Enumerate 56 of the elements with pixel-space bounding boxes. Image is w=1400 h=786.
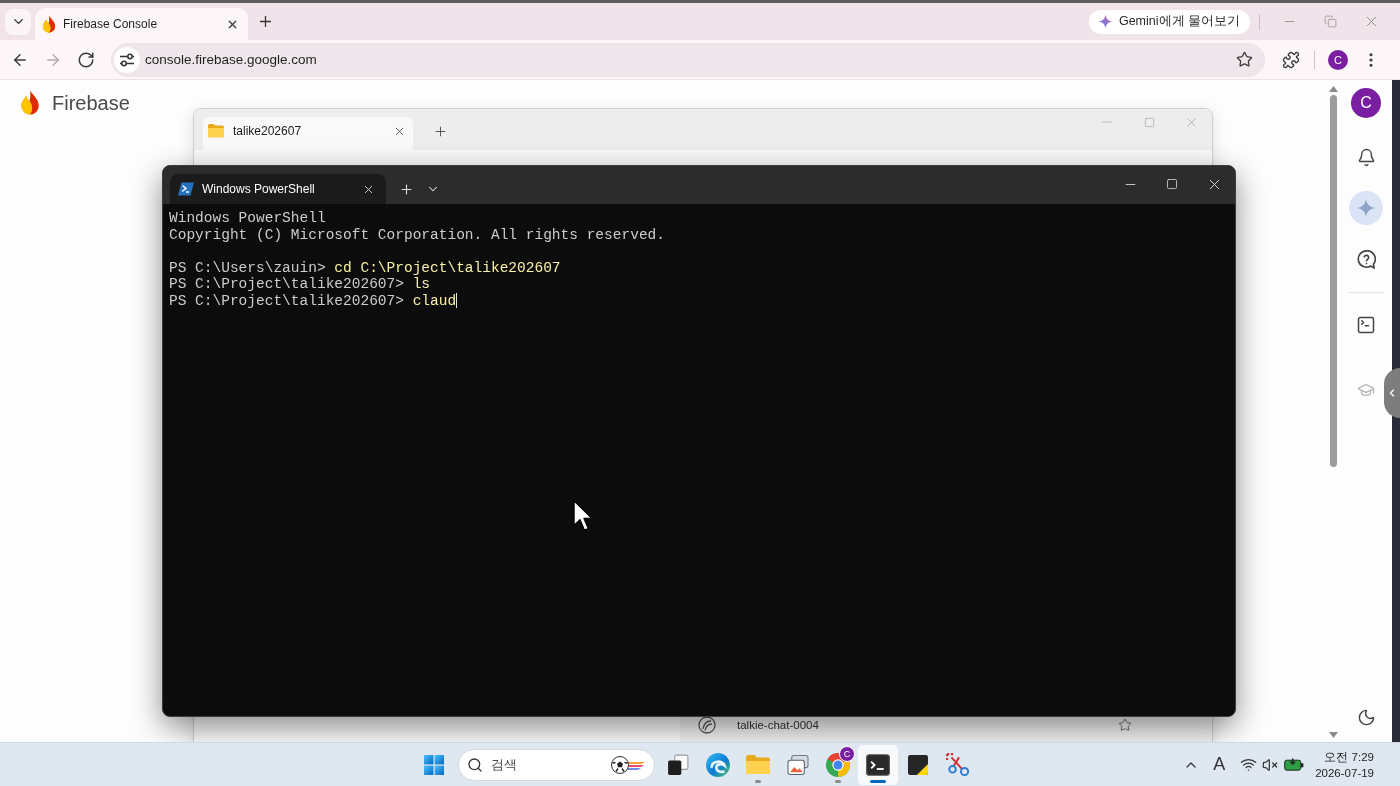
terminal-command: ls <box>412 276 431 293</box>
four-squares-logo-icon[interactable] <box>424 754 444 775</box>
gemini-button[interactable]: Gemini에게 물어보기 <box>1088 9 1250 34</box>
terminal-output: Windows PowerShell <box>169 210 326 226</box>
stacked-pictures-icon[interactable] <box>787 754 809 775</box>
item-name[interactable]: talkie-chat-0004 <box>737 719 819 731</box>
reload-icon[interactable] <box>77 50 95 69</box>
profile-avatar[interactable]: C <box>1351 88 1381 118</box>
sliders-icon[interactable] <box>119 51 135 68</box>
speaker-muted-icon[interactable] <box>1262 756 1279 773</box>
help-icon[interactable] <box>1356 249 1376 269</box>
terminal-command: cd C:\Project\talike202607 <box>334 259 561 276</box>
profile-avatar[interactable]: C <box>1328 49 1348 70</box>
input-indicator[interactable]: A <box>1207 750 1232 779</box>
circle-status-icon <box>698 716 716 734</box>
scroll-up-icon[interactable] <box>1328 86 1338 92</box>
terminal-prompt: PS C:\Project\talike202607> <box>169 276 404 293</box>
terminal-output: Copyright (C) Microsoft Corporation. All rights reserved. <box>169 226 665 243</box>
shell-prompt-icon <box>178 182 194 196</box>
wifi-icon[interactable] <box>1239 756 1257 773</box>
terminal-icon[interactable] <box>1356 315 1376 335</box>
scrollbar-thumb[interactable] <box>1329 95 1337 467</box>
search-field[interactable]: 검색 <box>458 748 655 781</box>
browser-tab[interactable]: Firebase Console <box>35 8 248 40</box>
folder-icon <box>208 124 224 138</box>
terminal-prompt: PS C:\Users\zauin> <box>169 259 326 276</box>
terminal-icon[interactable] <box>866 753 890 776</box>
brand-name[interactable]: Firebase <box>52 91 130 115</box>
site-info-button[interactable] <box>114 46 140 73</box>
flame-logo-icon[interactable] <box>20 91 40 115</box>
swirl-logo-icon[interactable] <box>706 752 730 777</box>
clock-time[interactable]: 오전 7:29 <box>1315 748 1374 765</box>
star-icon[interactable] <box>1118 718 1132 732</box>
scissors-icon[interactable] <box>946 752 970 777</box>
clock-date[interactable]: 2026-07-19 <box>1315 764 1374 781</box>
sparkle-icon[interactable] <box>1097 14 1113 29</box>
terminal-command: claud <box>412 292 457 309</box>
overlapping-squares-icon[interactable] <box>667 753 689 776</box>
note-icon[interactable] <box>908 754 928 775</box>
taskbar-app-button[interactable]: C <box>818 744 858 785</box>
folder-tab[interactable]: talike202607 <box>203 117 413 150</box>
flame-favicon-icon <box>42 15 56 33</box>
mouse-pointer-icon <box>573 500 593 531</box>
terminal-prompt: PS C:\Project\talike202607> <box>169 292 404 309</box>
taskbar-app-button[interactable] <box>858 744 898 785</box>
puzzle-icon[interactable] <box>1282 50 1300 69</box>
battery-charging-icon[interactable] <box>1284 758 1305 771</box>
moon-icon[interactable] <box>1356 707 1376 727</box>
plus-icon[interactable] <box>398 181 414 197</box>
scroll-down-icon[interactable] <box>1328 732 1338 738</box>
address-bar[interactable]: console.firebase.google.com <box>111 42 1265 77</box>
terminal-tab[interactable]: Windows PowerShell <box>170 174 386 204</box>
profile-badge: C <box>839 745 855 762</box>
search-icon[interactable] <box>467 756 483 773</box>
bell-icon[interactable] <box>1356 147 1376 167</box>
soccer-ball-icon <box>610 754 646 775</box>
